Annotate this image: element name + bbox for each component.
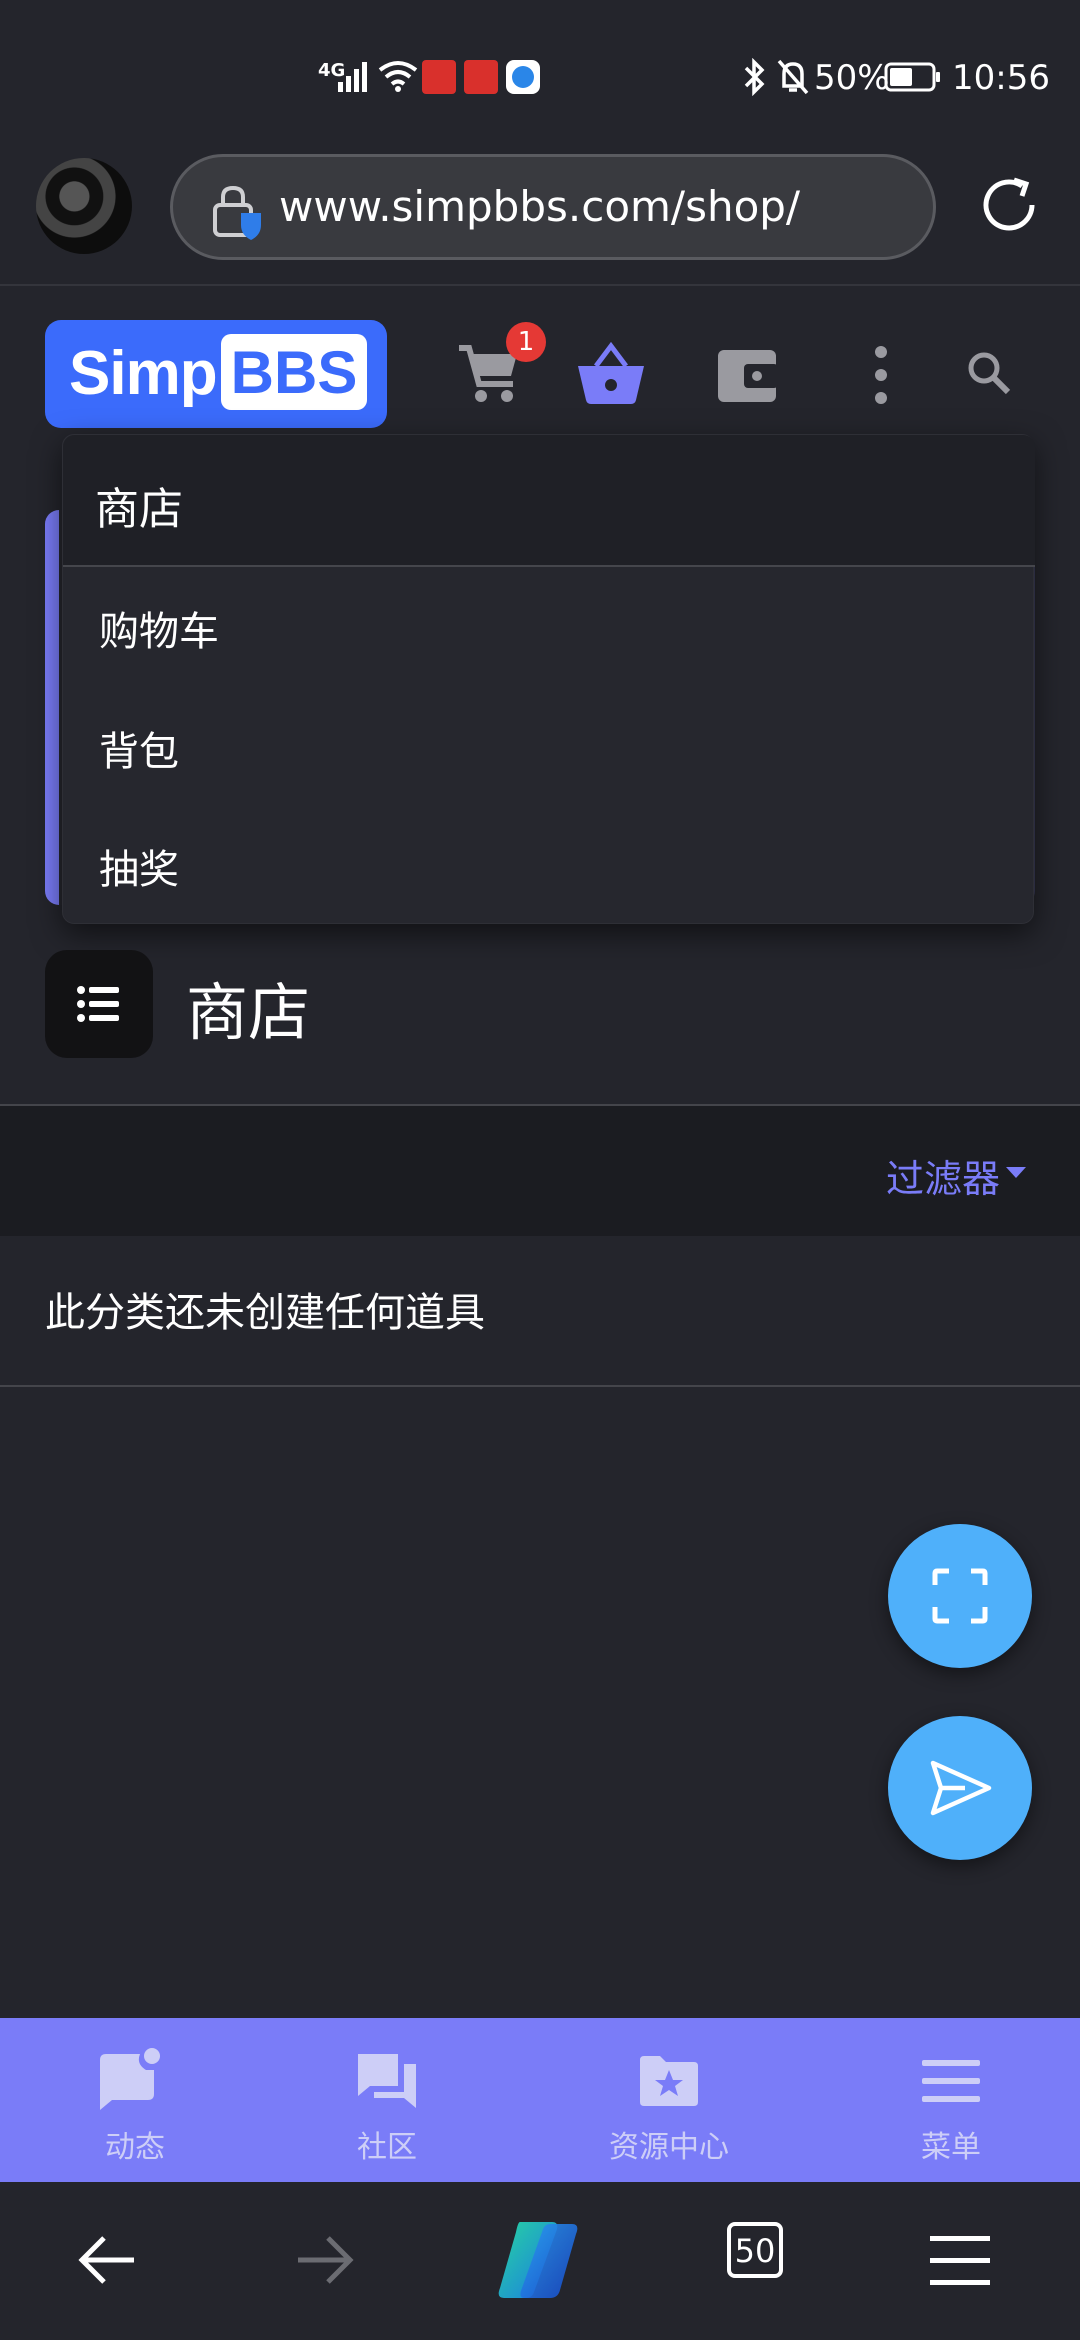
status-bar: 4G 50% 10:56 xyxy=(0,0,1080,150)
address-bar[interactable]: www.simpbbs.com/shop/ xyxy=(170,154,936,260)
browser-menu-icon[interactable] xyxy=(922,2222,998,2298)
forward-arrow-icon[interactable] xyxy=(286,2222,362,2298)
url-text[interactable]: www.simpbbs.com/shop/ xyxy=(279,182,800,231)
copilot-icon[interactable] xyxy=(490,2212,586,2308)
page-title: 商店 xyxy=(186,976,311,1049)
forum-icon xyxy=(358,2054,416,2108)
fullscreen-button[interactable] xyxy=(888,1524,1032,1668)
wifi-icon xyxy=(378,61,418,92)
resource-folder-icon xyxy=(640,2056,698,2106)
filter-bar: 过滤器 xyxy=(0,1106,1080,1236)
app-notification-icon xyxy=(464,60,498,94)
site-bottom-nav: 动态 社区 资源中心 菜单 xyxy=(0,2018,1080,2182)
nav-item-activity[interactable]: 动态 xyxy=(0,2018,270,2182)
bluetooth-icon xyxy=(744,58,765,96)
search-icon[interactable] xyxy=(956,340,1026,410)
divider xyxy=(0,1385,1080,1387)
dropdown-header[interactable]: 商店 xyxy=(63,435,1035,567)
dropdown-item-cart[interactable]: 购物车 xyxy=(99,599,219,657)
app-notification-icon xyxy=(422,60,456,94)
caret-down-icon[interactable] xyxy=(1006,1167,1026,1178)
fullscreen-icon xyxy=(932,1568,988,1624)
nav-item-menu[interactable]: 菜单 xyxy=(816,2018,1080,2182)
browser-bottom-nav: 50 xyxy=(0,2182,1080,2340)
wallet-icon[interactable] xyxy=(712,340,782,410)
activity-icon xyxy=(100,2048,160,2110)
reload-icon[interactable] xyxy=(974,170,1044,240)
nav-item-community[interactable]: 社区 xyxy=(252,2018,522,2182)
more-vertical-icon[interactable] xyxy=(846,340,916,410)
list-icon xyxy=(77,986,119,1022)
menu-icon xyxy=(922,2060,980,2102)
clock: 10:56 xyxy=(952,58,1050,98)
nav-label: 菜单 xyxy=(921,2130,981,2165)
site-header: Simp BBS 1 xyxy=(0,288,1080,438)
tab-count-button[interactable]: 50 xyxy=(727,2222,783,2278)
battery-percent: 50% xyxy=(814,58,890,98)
logo-text-simp: Simp xyxy=(69,339,218,408)
send-post-button[interactable] xyxy=(888,1716,1032,1860)
app-notification-icon xyxy=(506,60,540,94)
basket-icon[interactable] xyxy=(576,340,646,410)
cell-signal-icon xyxy=(338,62,367,92)
site-logo[interactable]: Simp BBS xyxy=(45,320,387,428)
secure-lock-icon[interactable] xyxy=(211,185,263,241)
mute-bell-icon xyxy=(777,59,809,95)
profile-avatar[interactable] xyxy=(36,158,132,254)
send-icon xyxy=(930,1760,992,1816)
empty-state-message: 此分类还未创建任何道具 xyxy=(45,1290,485,1336)
nav-label: 动态 xyxy=(105,2130,165,2165)
shop-dropdown-menu: 商店 购物车 背包 抽奖 xyxy=(62,434,1035,924)
browser-toolbar: www.simpbbs.com/shop/ xyxy=(0,140,1080,286)
dropdown-item-backpack[interactable]: 背包 xyxy=(99,719,179,777)
cart-count-badge: 1 xyxy=(506,322,546,362)
back-arrow-icon[interactable] xyxy=(70,2222,146,2298)
logo-bbs-box: BBS xyxy=(221,334,367,410)
nav-item-resources[interactable]: 资源中心 xyxy=(534,2018,804,2182)
nav-label: 社区 xyxy=(357,2130,417,2165)
dropdown-item-lottery[interactable]: 抽奖 xyxy=(99,837,179,895)
battery-icon xyxy=(884,62,940,92)
category-list-button[interactable] xyxy=(45,950,153,1058)
nav-label: 资源中心 xyxy=(609,2130,729,2165)
dropdown-title[interactable]: 商店 xyxy=(95,473,183,537)
logo-text-bbs: BBS xyxy=(230,339,358,406)
filter-dropdown[interactable]: 过滤器 xyxy=(886,1148,1000,1203)
